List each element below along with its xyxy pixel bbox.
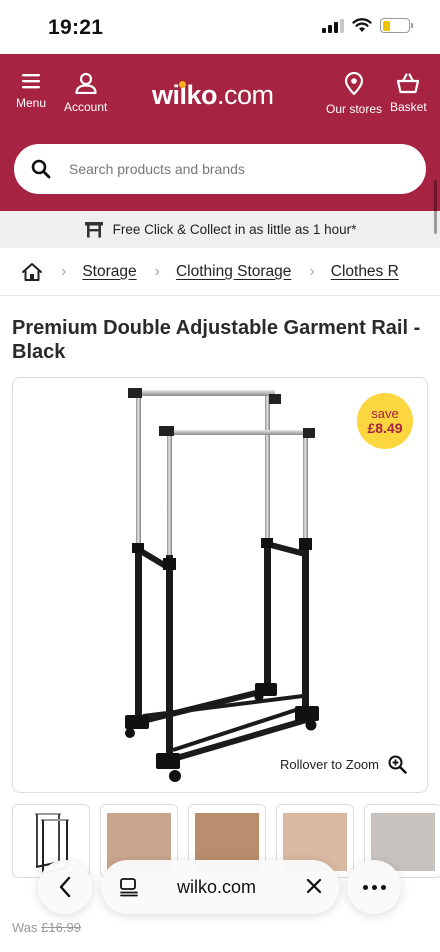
product-title: Premium Double Adjustable Garment Rail -… [12, 317, 421, 363]
logo-dot [179, 81, 186, 88]
zoom-hint-text: Rollover to Zoom [280, 757, 379, 772]
account-button[interactable]: Account [64, 72, 107, 114]
search-bar[interactable] [14, 144, 426, 194]
click-collect-text: Free Click & Collect in as little as 1 h… [112, 222, 357, 237]
wilko-logo[interactable]: wilko.com [152, 80, 274, 111]
status-icons [322, 18, 413, 33]
status-time: 19:21 [48, 16, 104, 39]
our-stores-button[interactable]: Our stores [326, 72, 382, 116]
click-collect-banner[interactable]: Free Click & Collect in as little as 1 h… [0, 211, 440, 248]
search-icon[interactable] [31, 159, 51, 179]
store-pin-icon [344, 72, 364, 96]
product-image-panel[interactable]: save £8.49 Rollover to Zoom [12, 377, 428, 793]
more-icon[interactable] [347, 860, 401, 914]
search-input[interactable] [69, 161, 389, 177]
save-badge: save £8.49 [357, 393, 413, 449]
basket-button[interactable]: Basket [390, 72, 427, 114]
collect-icon [84, 222, 103, 238]
home-icon[interactable] [21, 262, 43, 282]
save-word: save [371, 406, 399, 421]
chevron-right-icon: › [61, 262, 67, 280]
account-icon [75, 72, 97, 94]
menu-label: Menu [16, 96, 47, 110]
scrollbar[interactable] [434, 180, 437, 234]
menu-button[interactable]: Menu [16, 72, 46, 110]
signal-icon [322, 18, 344, 33]
basket-icon [397, 73, 420, 94]
reader-icon[interactable] [119, 877, 139, 897]
browser-url-text[interactable]: wilko.com [177, 877, 256, 898]
wifi-icon [352, 18, 372, 32]
was-price-value: £16.99 [41, 920, 81, 935]
was-label: Was [12, 920, 38, 935]
site-header: Menu Account wilko.com Our stores Basket [0, 54, 440, 211]
back-icon [59, 876, 71, 898]
was-price: Was £16.99 [12, 920, 81, 935]
our-stores-label: Our stores [326, 102, 383, 116]
rollover-zoom-hint[interactable]: Rollover to Zoom [280, 755, 407, 774]
save-amount: £8.49 [367, 420, 403, 436]
breadcrumb: › Storage › Clothing Storage › Clothes R [0, 248, 440, 296]
breadcrumb-item-clothes-rails[interactable]: Clothes R [331, 263, 399, 281]
breadcrumb-item-clothing-storage[interactable]: Clothing Storage [176, 263, 291, 281]
chevron-right-icon: › [309, 262, 315, 280]
close-icon[interactable] [305, 877, 323, 895]
breadcrumb-item-storage[interactable]: Storage [82, 263, 136, 281]
basket-label: Basket [390, 100, 427, 114]
logo-suffix: .com [217, 80, 274, 110]
status-bar: 19:21 [0, 0, 440, 54]
menu-icon [22, 74, 41, 89]
browser-address-bar[interactable]: wilko.com [101, 860, 339, 914]
zoom-icon[interactable] [388, 755, 407, 774]
account-label: Account [64, 100, 108, 114]
chevron-right-icon: › [154, 262, 160, 280]
browser-back-button[interactable] [38, 860, 92, 914]
battery-icon [380, 18, 413, 33]
